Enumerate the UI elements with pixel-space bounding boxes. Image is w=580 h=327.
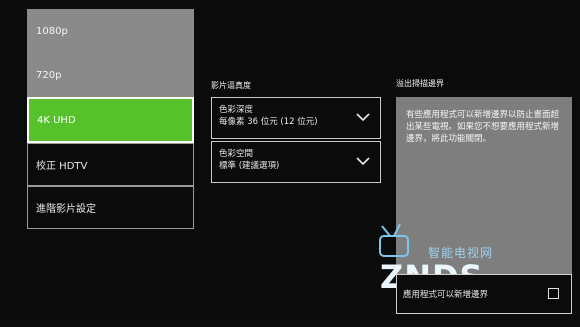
menu-item-calibrate-hdtv[interactable]: 校正 HDTV <box>27 143 194 186</box>
overscan-heading: 溢出掃描邊界 <box>396 79 444 88</box>
menu-item-label: 4K UHD <box>37 114 76 126</box>
overscan-description: 有些應用程式可以新增邊界以防止畫面超出某些電視。如果您不想要應用程式新增邊界，將… <box>406 110 560 144</box>
overscan-description-panel: 有些應用程式可以新增邊界以防止畫面超出某些電視。如果您不想要應用程式新增邊界，將… <box>396 97 572 301</box>
add-border-label: 應用程式可以新增邊界 <box>403 290 489 300</box>
menu-item-720p[interactable]: 720p <box>27 53 194 97</box>
menu-item-label: 720p <box>36 69 62 81</box>
color-space-dropdown[interactable]: 色彩空間 標準 (建議選項) <box>211 141 381 183</box>
menu-item-label: 1080p <box>36 25 68 37</box>
chevron-down-icon <box>356 113 370 122</box>
color-depth-dropdown[interactable]: 色彩深度 每像素 36 位元 (12 位元) <box>211 97 381 139</box>
menu-item-1080p[interactable]: 1080p <box>27 9 194 53</box>
menu-item-label: 校正 HDTV <box>36 161 88 172</box>
add-border-checkbox[interactable] <box>548 288 559 299</box>
menu-item-label: 進階影片設定 <box>36 204 96 215</box>
menu-item-advanced-video[interactable]: 進階影片設定 <box>27 186 194 229</box>
add-border-toggle[interactable]: 應用程式可以新增邊界 <box>396 274 572 314</box>
video-fidelity-heading: 影片逼真度 <box>211 81 251 90</box>
menu-item-4k-uhd[interactable]: 4K UHD <box>27 97 194 143</box>
chevron-down-icon <box>356 157 370 166</box>
video-mode-menu: 1080p 720p 4K UHD 校正 HDTV 進階影片設定 <box>27 9 196 229</box>
